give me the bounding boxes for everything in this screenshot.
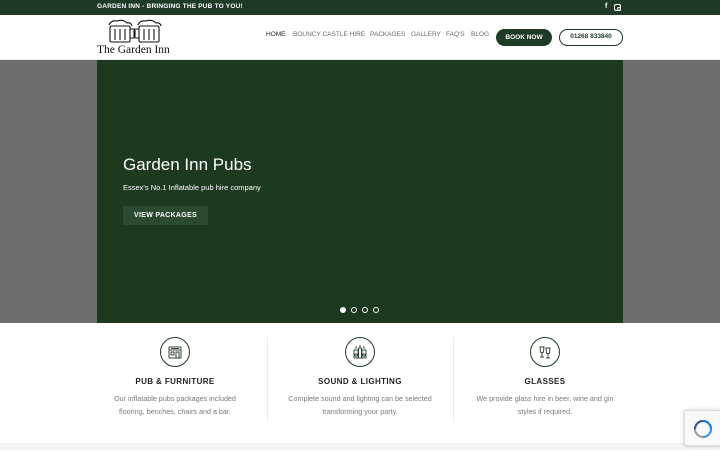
slider-dot-2[interactable] [351, 307, 357, 313]
features-section: PUB & FURNITURE Our inflatable pubs pack… [0, 323, 720, 443]
recaptcha-badge[interactable] [684, 410, 720, 446]
feature-sound-lighting: SOUND & LIGHTING Complete sound and ligh… [267, 337, 453, 437]
slider-dot-4[interactable] [373, 307, 379, 313]
feature-divider [453, 337, 454, 422]
site-header: The Garden Inn HOME BOUNCY CASTLE HIRE P… [0, 15, 720, 60]
feature-description-line: transforming your party. [322, 407, 398, 416]
instagram-icon[interactable] [614, 4, 621, 11]
feature-description-line: flooring, benches, chairs and a bar. [119, 407, 231, 416]
nav-packages[interactable]: PACKAGES [370, 31, 405, 38]
glasses-icon [530, 337, 560, 367]
feature-description-line: Complete sound and lighting can be selec… [288, 394, 432, 403]
slider-dot-1[interactable] [340, 307, 346, 313]
top-bar-tagline: GARDEN INN - BRINGING THE PUB TO YOU! [97, 3, 243, 10]
nav-home[interactable]: HOME [266, 31, 286, 38]
feature-description-line: styles if required. [517, 407, 573, 416]
hero-title: Garden Inn Pubs [123, 155, 252, 174]
logo-text: The Garden Inn [97, 44, 170, 56]
beer-mugs-logo-icon [108, 19, 162, 43]
nav-bouncy-castle-hire[interactable]: BOUNCY CASTLE HIRE [293, 31, 365, 38]
slider-dot-3[interactable] [362, 307, 368, 313]
feature-glasses: GLASSES We provide glass hire in beer, w… [452, 337, 638, 437]
feature-divider [267, 337, 268, 422]
pub-building-icon [160, 337, 190, 367]
site-logo[interactable]: The Garden Inn [97, 19, 173, 59]
bottom-strip [0, 443, 720, 450]
feature-description: Complete sound and lighting can be selec… [267, 392, 453, 418]
feature-description: We provide glass hire in beer, wine and … [452, 392, 638, 418]
top-bar: GARDEN INN - BRINGING THE PUB TO YOU! f [0, 0, 720, 15]
feature-description-line: Our inflatable pubs packages included [114, 394, 236, 403]
nav-faqs[interactable]: FAQ'S [446, 31, 465, 38]
hero-subtitle: Essex's No.1 Inflatable pub hire company [123, 183, 261, 192]
hero-slider: Garden Inn Pubs Essex's No.1 Inflatable … [97, 60, 623, 323]
feature-title: SOUND & LIGHTING [318, 377, 402, 386]
recaptcha-icon [693, 419, 713, 439]
speaker-lights-icon [345, 337, 375, 367]
feature-title: PUB & FURNITURE [135, 377, 215, 386]
facebook-icon[interactable]: f [605, 2, 607, 12]
feature-description-line: We provide glass hire in beer, wine and … [476, 394, 614, 403]
book-now-button[interactable]: BOOK NOW [496, 29, 552, 46]
nav-blog[interactable]: BLOG [471, 31, 489, 38]
feature-title: GLASSES [524, 377, 566, 386]
phone-button[interactable]: 01268 833840 [559, 29, 623, 46]
view-packages-button[interactable]: VIEW PACKAGES [123, 206, 208, 225]
feature-description: Our inflatable pubs packages included fl… [82, 392, 268, 418]
feature-pub-furniture: PUB & FURNITURE Our inflatable pubs pack… [82, 337, 268, 437]
nav-gallery[interactable]: GALLERY [411, 31, 441, 38]
